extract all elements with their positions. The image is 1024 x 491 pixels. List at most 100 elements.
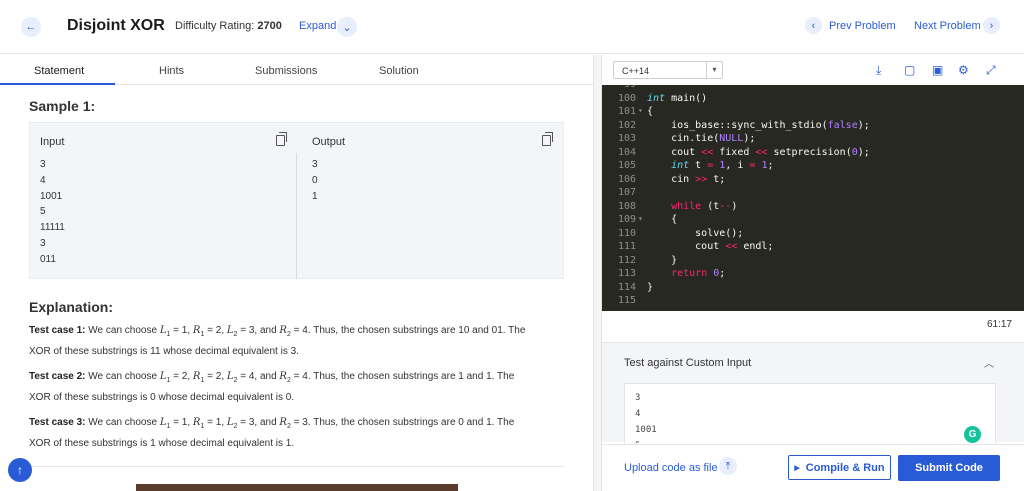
fold-icon[interactable]: ▾ [638,214,643,223]
explanation-case: Test case 1: We can choose L1 = 1, R1 = … [29,325,526,357]
tab-solution[interactable]: Solution [379,65,419,77]
line-number: 100 [617,92,636,104]
line-number: 105 [617,160,636,171]
line-number: 112 [617,254,636,266]
case-label: Test case 2: [29,371,86,382]
expand-link[interactable]: Expand [299,20,336,32]
play-icon: ▶ [794,464,800,472]
explanation-line: XOR of these substrings is 0 whose decim… [29,392,295,403]
panel-resize-handle[interactable] [593,55,602,491]
code-line: 99 [602,85,1024,93]
sample-output-column: Output 3 0 1 [302,123,565,280]
math-value: = 2 [204,325,222,336]
grammarly-icon[interactable]: G [964,426,981,443]
math-value: = 4 [237,371,255,382]
prev-problem-button[interactable]: ‹ [805,17,822,34]
case-label: Test case 3: [29,417,86,428]
code-text: } [647,281,654,293]
math-value: = 4 [290,325,308,336]
explanation-line: XOR of these substrings is 11 whose deci… [29,346,299,357]
gear-icon[interactable]: ⚙ [958,63,969,77]
back-button[interactable]: ← [21,17,41,37]
line-number: 101 [617,106,636,117]
math-value: = 3 [237,417,255,428]
custom-input-section: Test against Custom Input ︿ 3 4 1001 5 [602,342,1024,443]
chevron-right-icon: › [989,19,994,32]
save-icon[interactable]: ▣ [932,63,943,77]
code-line: 114} [602,282,1024,296]
scroll-top-button[interactable]: ↑ [8,458,32,482]
custom-input-field[interactable]: 3 4 1001 5 [624,383,996,443]
code-line: 100 int main() [602,93,1024,107]
code-editor[interactable]: 99100int main()101▾{102 ios_base::sync_w… [602,85,1024,311]
editor-panel: C++14▾ ⤓ ▢ ▣ ⚙ ⤢ 99100int main()101▾{102… [602,55,1024,491]
copy-icon[interactable] [276,132,287,146]
explanation-heading: Explanation: [29,299,114,315]
code-text: ios_base::sync_with_stdio(false); [647,119,870,131]
prev-problem-link[interactable]: Prev Problem [829,20,896,32]
next-problem-button[interactable]: › [983,17,1000,34]
next-problem-link[interactable]: Next Problem [914,20,981,32]
line-number: 104 [617,146,636,158]
submit-code-button[interactable]: Submit Code [898,455,1000,481]
active-tab-indicator [0,83,115,85]
line-number: 115 [617,295,636,306]
custom-input-line: 3 [635,393,641,403]
input-label: Input [40,136,65,148]
code-text: cout << endl; [647,241,774,252]
upload-icon[interactable]: ⤒ [719,457,737,475]
math-value: = 4 [290,371,308,382]
tab-statement[interactable]: Statement [34,65,84,77]
code-line: 106 cin >> t; [602,174,1024,188]
code-line: 107 [602,187,1024,201]
chevron-down-icon: ⌄ [342,21,352,34]
output-line: 3 [312,159,318,170]
line-number: 99 [602,85,636,90]
math-value: = 1 [204,417,222,428]
language-select[interactable]: C++14 ▾ [613,61,723,79]
input-line: 011 [40,253,56,265]
fold-icon[interactable]: ▾ [638,106,643,115]
chevron-up-icon[interactable]: ︿ [984,355,994,370]
math-var: R [279,417,287,428]
code-line: 108 while (t--) [602,201,1024,215]
line-number: 108 [617,200,636,212]
math-value: = 2 [204,371,222,382]
code-line: 112 } [602,255,1024,269]
top-bar: ← Disjoint XOR Difficulty Rating: 2700 E… [0,0,1024,54]
case-label: Test case 1: [29,325,86,336]
math-var: R [279,325,287,336]
tab-submissions[interactable]: Submissions [255,65,317,77]
problem-title: Disjoint XOR [67,17,165,34]
upload-code-link[interactable]: Upload code as file [624,462,718,474]
cursor-position: 61:17 [986,319,1012,330]
input-line: 5 [40,206,46,218]
code-text: cout << fixed << setprecision(0); [647,146,870,158]
explanation-image [136,484,458,491]
custom-input-line: 1001 [635,425,657,435]
code-text: while (t--) [671,200,738,212]
arrow-left-icon: ← [25,21,37,33]
math-var: R [279,371,287,382]
code-line: 113 return 0; [602,268,1024,282]
fullscreen-icon[interactable]: ⤢ [986,63,996,78]
comment-icon[interactable]: ▢ [904,63,915,77]
copy-icon[interactable] [542,132,553,146]
action-bar: Upload code as file ⤒ ▶ Compile & Run Sub… [602,444,1024,491]
line-number: 103 [617,133,636,144]
tab-hints[interactable]: Hints [159,65,184,77]
explanation-case: Test case 3: We can choose L1 = 1, R1 = … [29,417,515,449]
math-value: = 3 [237,325,255,336]
sample-io-box: Input 3 4 1001 5 11111 3 011 Output 3 0 1 [29,122,564,279]
download-icon[interactable]: ⤓ [876,63,881,78]
arrow-up-icon: ↑ [17,463,23,477]
statement-panel[interactable]: Sample 1: Input 3 4 1001 5 11111 3 011 Output … [0,86,593,491]
expand-button[interactable]: ⌄ [337,17,357,37]
custom-input-heading[interactable]: Test against Custom Input [624,357,751,369]
explanation-line: XOR of these substrings is 1 whose decim… [29,438,295,449]
input-line: 3 [40,238,46,249]
code-text: { [647,214,678,225]
sample-heading: Sample 1: [29,98,96,114]
code-line: 103 cin.tie(NULL); [602,133,1024,147]
compile-run-button[interactable]: ▶ Compile & Run [788,455,891,480]
